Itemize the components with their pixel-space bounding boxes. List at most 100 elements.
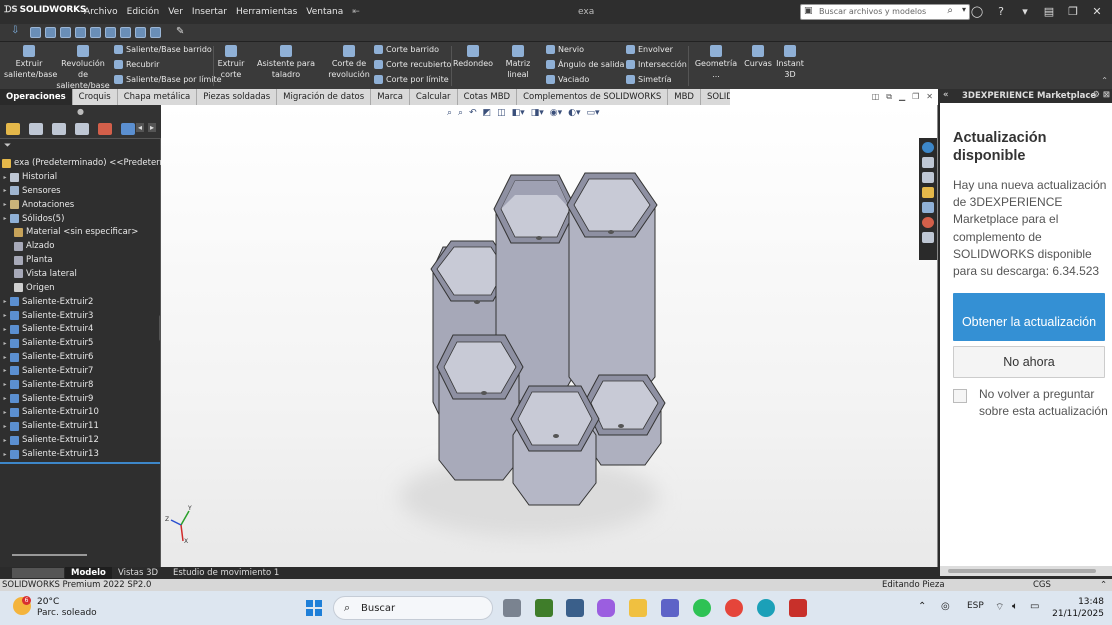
tab-piezas-soldadas[interactable]: Piezas soldadas [197,89,278,105]
tree-item[interactable]: ▸ Historial [0,170,57,184]
store-icon[interactable] [566,599,584,617]
revolve-cut-button[interactable]: Corte de revolución [328,45,370,80]
search-scope-icon[interactable]: ▣ [804,6,813,16]
help-icon[interactable]: ? [994,5,1008,18]
tab-vistas-3d[interactable]: Vistas 3D [112,567,164,579]
property-manager-tab-icon[interactable] [29,123,43,135]
tree-item[interactable]: ▸ Saliente-Extruir10 [0,405,98,419]
menu-archivo[interactable]: Archivo [84,7,118,17]
hex-container-front-center[interactable] [510,383,600,506]
search-input[interactable]: ▣ Buscar archivos y modelos ⌕ ▾ [800,4,970,20]
instant3d-button[interactable]: Instant 3D [775,45,805,80]
quick-tool-icon[interactable] [120,27,131,38]
expand-arrow-icon[interactable]: ▸ [0,215,10,222]
units-up-icon[interactable]: ⌃ [1100,580,1107,590]
tree-item[interactable]: Vista lateral [0,267,77,281]
boundary-cut-button[interactable]: Corte por límite [374,75,449,84]
fillet-button[interactable]: Redondeo [453,45,493,69]
expand-arrow-icon[interactable]: ▸ [0,201,10,208]
weather-temperature[interactable]: 20°C [37,597,59,607]
panel-horizontal-scrollbar[interactable] [940,566,1112,576]
taskbar-search[interactable]: ⌕ Buscar [333,596,493,620]
collapse-panel-icon[interactable]: « [943,90,949,100]
quick-tool-icon[interactable] [75,27,86,38]
expand-arrow-icon[interactable]: ▸ [0,187,10,194]
tab-estudio-movimiento[interactable]: Estudio de movimiento 1 [167,567,285,579]
quick-tool-icon[interactable] [135,27,146,38]
volume-icon[interactable]: 🔈︎ [1012,601,1018,612]
tree-item[interactable]: Planta [0,253,53,267]
expand-arrow-icon[interactable]: ▸ [0,381,10,388]
tab-scroll-controls[interactable] [12,568,64,578]
view-palette-icon[interactable] [922,202,934,213]
tree-scrollbar[interactable] [12,554,87,556]
swept-boss-button[interactable]: Saliente/Base barrido [114,45,212,54]
draft-button[interactable]: Ángulo de salida [546,60,624,69]
linear-pattern-button[interactable]: Matriz lineal [495,45,541,80]
close-icon[interactable]: ✕ [1090,5,1104,18]
dimxpert-tab-icon[interactable] [75,123,89,135]
language-indicator[interactable]: ESP [967,601,984,611]
menu-ver[interactable]: Ver [168,7,183,17]
quick-tool-icon[interactable] [105,27,116,38]
cam-tab-icon[interactable] [121,123,135,135]
close-panel-icon[interactable]: ⊠ [1103,90,1110,100]
solidworks-logo[interactable]: ᗪS SOLIDWORKS [4,5,86,15]
expand-arrow-icon[interactable]: ▸ [0,367,10,374]
expand-arrow-icon[interactable]: ▸ [0,395,10,402]
wrap-button[interactable]: Envolver [626,45,673,54]
get-update-button[interactable]: Obtener la actualización [953,293,1105,341]
feature-manager-tab-icon[interactable] [6,123,20,135]
expand-arrow-icon[interactable]: ▸ [0,298,10,305]
tree-item[interactable]: Alzado [0,239,54,253]
tab-chapa-metalica[interactable]: Chapa metálica [118,89,198,105]
edge-icon[interactable] [757,599,775,617]
weather-description[interactable]: Parc. soleado [37,608,97,618]
sketch-pencil-icon[interactable]: ✎ [176,26,184,37]
shell-button[interactable]: Vaciado [546,75,589,84]
file-explorer-icon[interactable] [922,187,934,198]
hex-container-tall-right[interactable] [566,172,658,402]
minecraft-icon[interactable] [535,599,553,617]
curves-button[interactable]: Curvas [743,45,773,69]
display-manager-tab-icon[interactable] [98,123,112,135]
tree-item[interactable]: ▸ Saliente-Extruir3 [0,309,93,323]
close-view-icon[interactable]: ✕ [926,92,933,102]
quick-tool-icon[interactable] [150,27,161,38]
wifi-icon[interactable]: ⌔ [995,601,1004,614]
rib-button[interactable]: Nervio [546,45,584,54]
chevron-left-icon[interactable]: ◂ [136,123,145,132]
not-now-button[interactable]: No ahora [953,346,1105,378]
tree-item[interactable]: ▸ Saliente-Extruir4 [0,322,93,336]
tree-root[interactable]: exa (Predeterminado) <<Predetermin [2,156,176,170]
minimize-view-icon[interactable]: ▁ [899,92,905,102]
tray-chevron-icon[interactable]: ⌃ [918,601,926,612]
appearances-icon[interactable] [922,217,934,228]
tab-migracion-datos[interactable]: Migración de datos [277,89,372,105]
loft-boss-button[interactable]: Recubrir [114,60,159,69]
user-icon[interactable]: ◯ [970,5,984,18]
search-icon[interactable]: ⌕ [947,5,953,16]
tree-item[interactable]: ▸ Saliente-Extruir9 [0,392,93,406]
tree-item[interactable]: ▸ Saliente-Extruir12 [0,433,98,447]
tree-item[interactable]: ▸ Saliente-Extruir5 [0,336,93,350]
tray-app-icon[interactable]: ◎ [941,601,950,612]
battery-icon[interactable]: ▭ [1030,601,1039,612]
expand-arrow-icon[interactable]: ▸ [0,326,10,333]
tree-item[interactable]: ▸ Saliente-Extruir6 [0,350,93,364]
mirror-button[interactable]: Simetría [626,75,672,84]
pin-icon[interactable]: ⇤ [352,7,360,17]
filter-icon[interactable]: ⏷ [4,141,11,151]
chevron-down-icon[interactable]: ▾ [962,5,966,14]
units-selector[interactable]: CGS [1033,580,1051,590]
tree-item[interactable]: ▸ Saliente-Extruir8 [0,378,93,392]
expand-arrow-icon[interactable]: ▸ [0,409,10,416]
home-icon[interactable] [922,157,934,168]
expand-arrow-icon[interactable]: ▸ [0,354,10,361]
tree-item[interactable]: ▸ Saliente-Extruir11 [0,419,98,433]
quick-tool-icon[interactable] [90,27,101,38]
3dexperience-icon[interactable] [922,142,934,153]
expand-handle-icon[interactable]: ● [77,107,84,116]
teams-icon[interactable] [661,599,679,617]
whatsapp-icon[interactable] [693,599,711,617]
